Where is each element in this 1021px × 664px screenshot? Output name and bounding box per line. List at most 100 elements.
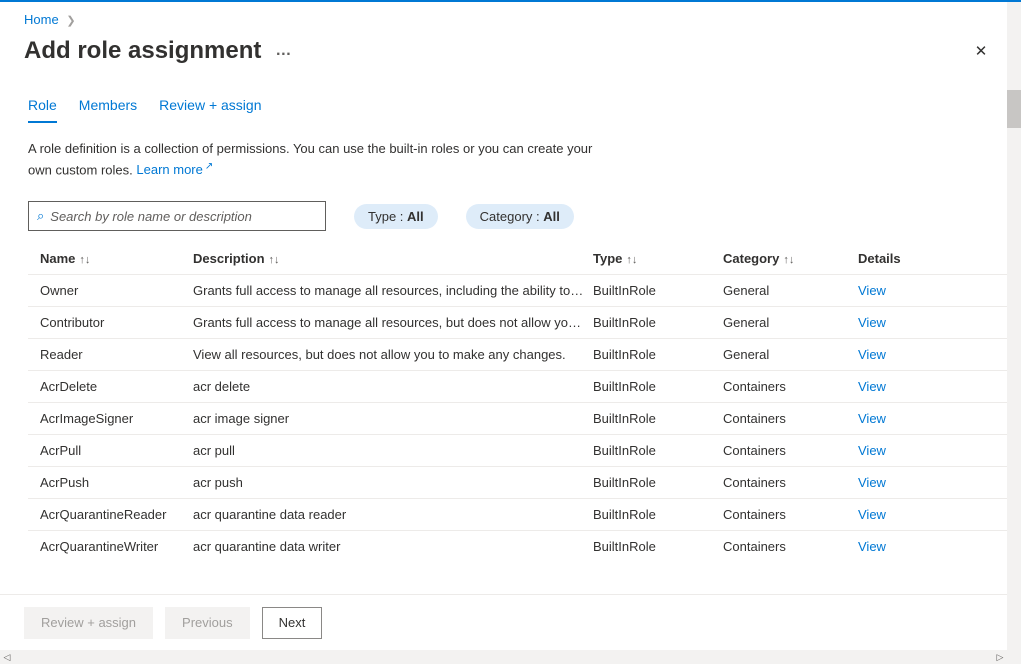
table-row[interactable]: ReaderView all resources, but does not a…	[28, 338, 1021, 370]
cell-category: Containers	[723, 475, 858, 490]
tab-role[interactable]: Role	[28, 97, 57, 123]
view-link[interactable]: View	[858, 379, 886, 394]
sort-icon: ↑↓	[626, 254, 637, 266]
sort-icon: ↑↓	[269, 254, 280, 266]
filter-category-value: All	[543, 209, 560, 224]
cell-category: General	[723, 315, 858, 330]
table-row[interactable]: AcrPushacr pushBuiltInRoleContainersView	[28, 466, 1021, 498]
main-container: Home ❯ Add role assignment … ✕ Role Memb…	[0, 2, 1021, 650]
tab-members[interactable]: Members	[79, 97, 137, 123]
filter-type-value: All	[407, 209, 424, 224]
description-body: A role definition is a collection of per…	[28, 141, 592, 177]
view-link[interactable]: View	[858, 443, 886, 458]
scroll-right-arrow-icon[interactable]: ▷	[993, 650, 1007, 664]
table-header-row: Name↑↓ Description↑↓ Type↑↓ Category↑↓ D…	[28, 243, 1021, 274]
sort-icon: ↑↓	[79, 254, 90, 266]
view-link[interactable]: View	[858, 283, 886, 298]
cell-category: Containers	[723, 443, 858, 458]
table-row[interactable]: ContributorGrants full access to manage …	[28, 306, 1021, 338]
table-row[interactable]: AcrImageSigneracr image signerBuiltInRol…	[28, 402, 1021, 434]
scroll-left-arrow-icon[interactable]: ◁	[0, 650, 14, 664]
review-assign-button: Review + assign	[24, 607, 153, 639]
cell-description: acr image signer	[193, 411, 593, 426]
view-link[interactable]: View	[858, 411, 886, 426]
learn-more-link[interactable]: Learn more↗	[136, 162, 213, 177]
cell-description: acr quarantine data reader	[193, 507, 593, 522]
view-link[interactable]: View	[858, 507, 886, 522]
close-button[interactable]: ✕	[965, 35, 997, 67]
cell-type: BuiltInRole	[593, 283, 723, 298]
view-link[interactable]: View	[858, 315, 886, 330]
roles-table: Name↑↓ Description↑↓ Type↑↓ Category↑↓ D…	[28, 243, 1021, 562]
cell-description: acr pull	[193, 443, 593, 458]
vertical-scrollbar[interactable]	[1007, 2, 1021, 650]
footer-action-bar: Review + assign Previous Next	[0, 594, 1021, 650]
cell-details: View	[858, 315, 938, 330]
cell-category: General	[723, 283, 858, 298]
column-header-type[interactable]: Type↑↓	[593, 251, 723, 266]
cell-name: AcrDelete	[28, 379, 193, 394]
table-row[interactable]: AcrQuarantineWriteracr quarantine data w…	[28, 530, 1021, 562]
filter-type-pill[interactable]: Type : All	[354, 204, 438, 229]
close-icon: ✕	[975, 42, 988, 60]
next-button[interactable]: Next	[262, 607, 323, 639]
external-link-icon: ↗	[205, 161, 213, 172]
scrollbar-corner	[1007, 650, 1021, 664]
cell-category: Containers	[723, 507, 858, 522]
column-header-name[interactable]: Name↑↓	[28, 251, 193, 266]
filter-category-pill[interactable]: Category : All	[466, 204, 574, 229]
column-header-category[interactable]: Category↑↓	[723, 251, 858, 266]
cell-description: Grants full access to manage all resourc…	[193, 315, 593, 330]
cell-type: BuiltInRole	[593, 443, 723, 458]
cell-name: Owner	[28, 283, 193, 298]
table-row[interactable]: AcrDeleteacr deleteBuiltInRoleContainers…	[28, 370, 1021, 402]
search-icon: ⌕	[37, 208, 44, 224]
cell-name: AcrQuarantineWriter	[28, 539, 193, 554]
cell-type: BuiltInRole	[593, 379, 723, 394]
column-header-description[interactable]: Description↑↓	[193, 251, 593, 266]
view-link[interactable]: View	[858, 539, 886, 554]
cell-details: View	[858, 411, 938, 426]
cell-details: View	[858, 347, 938, 362]
table-row[interactable]: AcrPullacr pullBuiltInRoleContainersView	[28, 434, 1021, 466]
cell-name: Reader	[28, 347, 193, 362]
page-title: Add role assignment …	[24, 37, 293, 65]
breadcrumb: Home ❯	[0, 2, 1021, 31]
cell-name: AcrPull	[28, 443, 193, 458]
horizontal-scrollbar[interactable]: ◁ ▷	[0, 650, 1007, 664]
chevron-right-icon: ❯	[66, 15, 75, 27]
cell-details: View	[858, 379, 938, 394]
more-actions-icon[interactable]: …	[275, 43, 293, 59]
tab-review-assign[interactable]: Review + assign	[159, 97, 261, 123]
cell-type: BuiltInRole	[593, 475, 723, 490]
page-title-text: Add role assignment	[24, 37, 261, 65]
cell-type: BuiltInRole	[593, 411, 723, 426]
view-link[interactable]: View	[858, 347, 886, 362]
cell-category: Containers	[723, 539, 858, 554]
cell-description: acr push	[193, 475, 593, 490]
cell-details: View	[858, 539, 938, 554]
scroll-thumb[interactable]	[1007, 90, 1021, 128]
cell-type: BuiltInRole	[593, 347, 723, 362]
breadcrumb-home-link[interactable]: Home	[24, 12, 59, 27]
cell-details: View	[858, 283, 938, 298]
cell-type: BuiltInRole	[593, 507, 723, 522]
cell-description: acr delete	[193, 379, 593, 394]
search-input[interactable]	[50, 209, 317, 224]
cell-category: Containers	[723, 411, 858, 426]
cell-details: View	[858, 475, 938, 490]
cell-type: BuiltInRole	[593, 539, 723, 554]
view-link[interactable]: View	[858, 475, 886, 490]
filter-type-label: Type :	[368, 209, 407, 224]
filter-row: ⌕ Type : All Category : All	[0, 179, 1021, 243]
filter-category-label: Category :	[480, 209, 544, 224]
cell-description: Grants full access to manage all resourc…	[193, 283, 593, 298]
table-row[interactable]: OwnerGrants full access to manage all re…	[28, 274, 1021, 306]
cell-description: View all resources, but does not allow y…	[193, 347, 593, 362]
table-row[interactable]: AcrQuarantineReaderacr quarantine data r…	[28, 498, 1021, 530]
table-body: OwnerGrants full access to manage all re…	[28, 274, 1021, 562]
cell-category: General	[723, 347, 858, 362]
search-box[interactable]: ⌕	[28, 201, 326, 231]
cell-details: View	[858, 507, 938, 522]
description-text: A role definition is a collection of per…	[0, 123, 640, 179]
